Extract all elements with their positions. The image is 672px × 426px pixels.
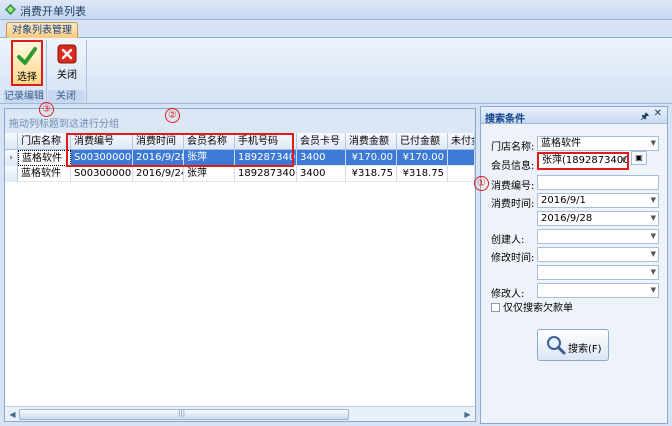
- cell-paid[interactable]: ¥318.75: [397, 166, 448, 182]
- close-icon: [57, 44, 77, 64]
- code-input[interactable]: [537, 175, 659, 190]
- modified-to-picker[interactable]: ▼: [537, 265, 659, 280]
- chevron-down-icon[interactable]: ▼: [651, 194, 656, 207]
- modified-time-label: 修改时间:: [491, 253, 535, 264]
- chevron-down-icon[interactable]: ▼: [651, 284, 656, 297]
- ribbon: 选择 关闭 记录编辑 关闭: [0, 38, 672, 104]
- cell-amount[interactable]: ¥318.75: [346, 166, 397, 182]
- chevron-down-icon[interactable]: ▼: [651, 266, 656, 279]
- search-icon: [547, 336, 566, 355]
- search-panel-title: 搜索条件: [485, 114, 525, 125]
- cell-unpaid[interactable]: [448, 150, 475, 166]
- time-from-picker[interactable]: 2016/9/1 ▼: [537, 193, 659, 208]
- search-button[interactable]: 搜索(F): [537, 329, 609, 361]
- cell-time[interactable]: 2016/9/24: [133, 166, 184, 182]
- close-button-label: 关闭: [57, 70, 77, 81]
- chevron-down-icon[interactable]: ▼: [651, 248, 656, 261]
- cell-code[interactable]: S0030000086: [71, 166, 133, 182]
- window-title: 消费开单列表: [20, 5, 86, 18]
- ribbon-separator: [46, 40, 47, 102]
- cell-amount[interactable]: ¥170.00: [346, 150, 397, 166]
- annotation-3: ③: [39, 102, 54, 117]
- modifier-combo[interactable]: ▼: [537, 283, 659, 298]
- member-field[interactable]: 张萍(18928734000): [537, 152, 629, 170]
- select-button-label: 选择: [17, 72, 37, 83]
- search-button-label: 搜索(F): [568, 344, 602, 355]
- column-header-unpaid[interactable]: 未付金: [448, 133, 475, 149]
- cell-store[interactable]: 蓝格软件: [18, 166, 71, 182]
- ribbon-group-record: 记录编辑: [4, 90, 44, 103]
- modified-from-picker[interactable]: ▼: [537, 247, 659, 262]
- highlight-box-grid: [66, 133, 294, 167]
- ribbon-group-close: 关闭: [48, 90, 84, 103]
- checkmark-icon: [17, 47, 37, 65]
- cell-unpaid[interactable]: [448, 166, 475, 182]
- annotation-2: ②: [165, 108, 180, 123]
- chevron-down-icon[interactable]: ▼: [651, 137, 656, 150]
- table-row[interactable]: 蓝格软件 S0030000086 2016/9/24 张萍 1892873400…: [5, 166, 475, 182]
- time-label: 消费时间:: [491, 199, 535, 210]
- title-bar: 消费开单列表: [0, 0, 672, 20]
- member-label: 会员信息:: [491, 161, 535, 172]
- row-indicator-header: [5, 133, 18, 149]
- cell-card[interactable]: 3400: [297, 150, 346, 166]
- close-icon[interactable]: ✕: [654, 108, 662, 119]
- chevron-down-icon[interactable]: ▼: [651, 230, 656, 243]
- store-label: 门店名称:: [491, 142, 535, 153]
- time-to-value: 2016/9/28: [541, 213, 593, 224]
- checkbox-box[interactable]: [491, 303, 500, 312]
- pin-icon[interactable]: 🖈: [641, 109, 649, 125]
- cell-member[interactable]: 张萍: [184, 166, 235, 182]
- cell-paid[interactable]: ¥170.00: [397, 150, 448, 166]
- cell-card[interactable]: 3400: [297, 166, 346, 182]
- time-to-picker[interactable]: 2016/9/28 ▼: [537, 211, 659, 226]
- time-from-value: 2016/9/1: [541, 195, 586, 206]
- code-label: 消费编号:: [491, 181, 535, 192]
- chevron-down-icon[interactable]: ▼: [621, 156, 626, 164]
- grid-body: › 蓝格软件 S0030000090 2016/9/28 张萍 18928734…: [5, 150, 475, 392]
- scroll-right-icon[interactable]: ▶: [462, 409, 473, 420]
- column-header-amount[interactable]: 消费金额: [346, 133, 397, 149]
- tab-object-list[interactable]: 对象列表管理: [6, 22, 78, 39]
- cell-phone[interactable]: 18928734000: [235, 166, 297, 182]
- tab-strip: 对象列表管理: [0, 20, 672, 39]
- group-by-panel[interactable]: 拖动列标题到这进行分组: [5, 109, 475, 133]
- scroll-left-icon[interactable]: ◀: [7, 409, 18, 420]
- member-value: 张萍(18928734000): [542, 155, 629, 166]
- search-panel-header: 搜索条件 🖈 ✕: [481, 107, 667, 125]
- modifier-label: 修改人:: [491, 289, 525, 300]
- cell-store[interactable]: 蓝格软件: [18, 150, 71, 166]
- app-icon: [5, 4, 16, 15]
- select-button[interactable]: 选择: [11, 40, 43, 86]
- creator-label: 创建人:: [491, 235, 525, 246]
- ribbon-separator: [86, 40, 87, 102]
- annotation-1: ①: [474, 176, 489, 191]
- chevron-down-icon[interactable]: ▼: [651, 212, 656, 225]
- creator-combo[interactable]: ▼: [537, 229, 659, 244]
- column-header-paid[interactable]: 已付金额: [397, 133, 448, 149]
- close-button[interactable]: 关闭: [51, 40, 83, 86]
- row-indicator: ›: [5, 150, 18, 166]
- search-panel: 搜索条件 🖈 ✕ 门店名称: 蓝格软件 ▼ 会员信息: 张萍(189287340…: [480, 106, 668, 424]
- only-unpaid-label: 仅仅搜索欠款单: [503, 303, 573, 314]
- column-header-store[interactable]: 门店名称: [18, 133, 71, 149]
- scroll-thumb[interactable]: [19, 409, 349, 420]
- member-lookup-button[interactable]: ▣: [631, 151, 647, 165]
- only-unpaid-checkbox[interactable]: 仅仅搜索欠款单: [491, 299, 573, 314]
- row-indicator: [5, 166, 18, 182]
- horizontal-scrollbar[interactable]: ◀ ▶: [5, 406, 475, 421]
- store-combo[interactable]: 蓝格软件 ▼: [537, 136, 659, 151]
- store-value: 蓝格软件: [541, 138, 581, 149]
- column-header-card[interactable]: 会员卡号: [297, 133, 346, 149]
